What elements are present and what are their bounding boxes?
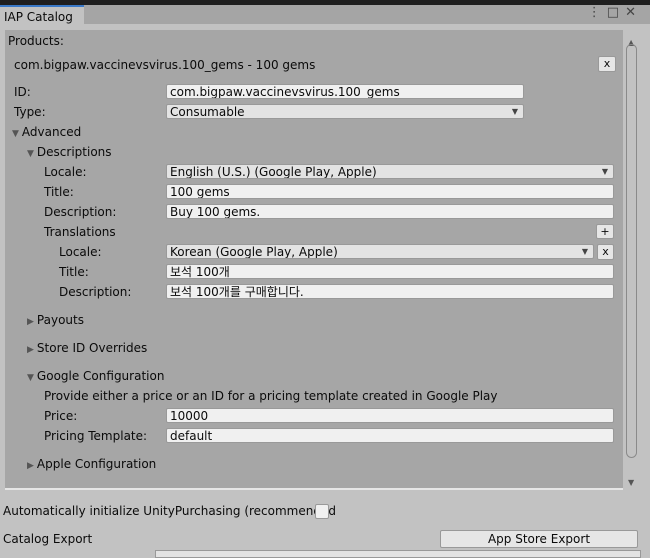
chevron-down-icon: ▼ (511, 107, 518, 116)
title-input[interactable]: 100 gems (166, 184, 614, 199)
type-dropdown[interactable]: Consumable ▼ (166, 104, 524, 119)
google-configuration-label: Google Configuration (36, 369, 165, 383)
descriptions-foldout[interactable]: ▼ Descriptions (27, 145, 112, 159)
auto-init-label: Automatically initialize UnityPurchasing… (3, 504, 336, 518)
triangle-right-icon: ▶ (27, 461, 34, 471)
translation-description-input[interactable]: 보석 100개를 구매합니다. (166, 284, 614, 299)
google-hint: Provide either a price or an ID for a pr… (44, 389, 498, 403)
triangle-down-icon: ▼ (27, 373, 34, 383)
title-label: Title: (44, 185, 74, 199)
locale-value: English (U.S.) (Google Play, Apple) (170, 165, 377, 179)
description-label: Description: (44, 205, 117, 219)
triangle-right-icon: ▶ (27, 345, 34, 355)
id-label: ID: (14, 85, 31, 99)
id-input[interactable]: com.bigpaw.vaccinevsvirus.100_gems (166, 84, 524, 99)
tab-iap-catalog[interactable]: IAP Catalog (0, 5, 84, 25)
type-label: Type: (14, 105, 46, 119)
apple-configuration-foldout[interactable]: ▶ Apple Configuration (27, 457, 156, 471)
store-id-overrides-foldout[interactable]: ▶ Store ID Overrides (27, 341, 147, 355)
chevron-down-icon: ▼ (581, 247, 588, 256)
price-label: Price: (44, 409, 78, 423)
scroll-down-icon[interactable]: ▼ (628, 478, 634, 487)
apple-configuration-label: Apple Configuration (36, 457, 157, 471)
app-store-export-button[interactable]: App Store Export (440, 530, 638, 548)
payouts-label: Payouts (36, 313, 84, 327)
descriptions-label: Descriptions (36, 145, 112, 159)
products-label: Products: (8, 34, 64, 48)
type-value: Consumable (170, 105, 245, 119)
scrollbar-thumb[interactable] (626, 44, 637, 458)
translation-locale-dropdown[interactable]: Korean (Google Play, Apple) ▼ (166, 244, 594, 259)
translation-title-label: Title: (59, 265, 89, 279)
window-controls: ⋮□✕ (588, 5, 642, 20)
more-vertical-icon[interactable]: ⋮ (588, 5, 607, 20)
translation-locale-value: Korean (Google Play, Apple) (170, 245, 338, 259)
triangle-down-icon: ▼ (12, 129, 19, 139)
locale-dropdown[interactable]: English (U.S.) (Google Play, Apple) ▼ (166, 164, 614, 179)
close-icon[interactable]: ✕ (625, 5, 642, 20)
store-id-overrides-label: Store ID Overrides (36, 341, 148, 355)
pricing-template-input[interactable]: default (166, 428, 614, 443)
add-translation-button[interactable]: + (596, 224, 614, 239)
translation-title-input[interactable]: 보석 100개 (166, 264, 614, 279)
advanced-foldout[interactable]: ▼ Advanced (12, 125, 81, 139)
translation-locale-label: Locale: (59, 245, 102, 259)
maximize-icon[interactable]: □ (607, 5, 625, 20)
triangle-down-icon: ▼ (27, 149, 34, 159)
tab-bar (0, 5, 650, 24)
locale-label: Locale: (44, 165, 87, 179)
remove-product-button[interactable]: x (598, 56, 616, 72)
chevron-down-icon: ▼ (601, 167, 608, 176)
catalog-export-label: Catalog Export (3, 532, 93, 546)
payouts-foldout[interactable]: ▶ Payouts (27, 313, 84, 327)
product-header: com.bigpaw.vaccinevsvirus.100_gems - 100… (14, 58, 316, 72)
translations-label: Translations (44, 225, 116, 239)
advanced-label: Advanced (21, 125, 82, 139)
export-dropdown[interactable] (155, 550, 641, 558)
translation-description-label: Description: (59, 285, 132, 299)
pricing-template-label: Pricing Template: (44, 429, 148, 443)
triangle-right-icon: ▶ (27, 317, 34, 327)
auto-init-checkbox[interactable] (315, 504, 329, 519)
description-input[interactable]: Buy 100 gems. (166, 204, 614, 219)
google-configuration-foldout[interactable]: ▼ Google Configuration (27, 369, 164, 383)
price-input[interactable]: 10000 (166, 408, 614, 423)
remove-translation-button[interactable]: x (597, 244, 614, 260)
